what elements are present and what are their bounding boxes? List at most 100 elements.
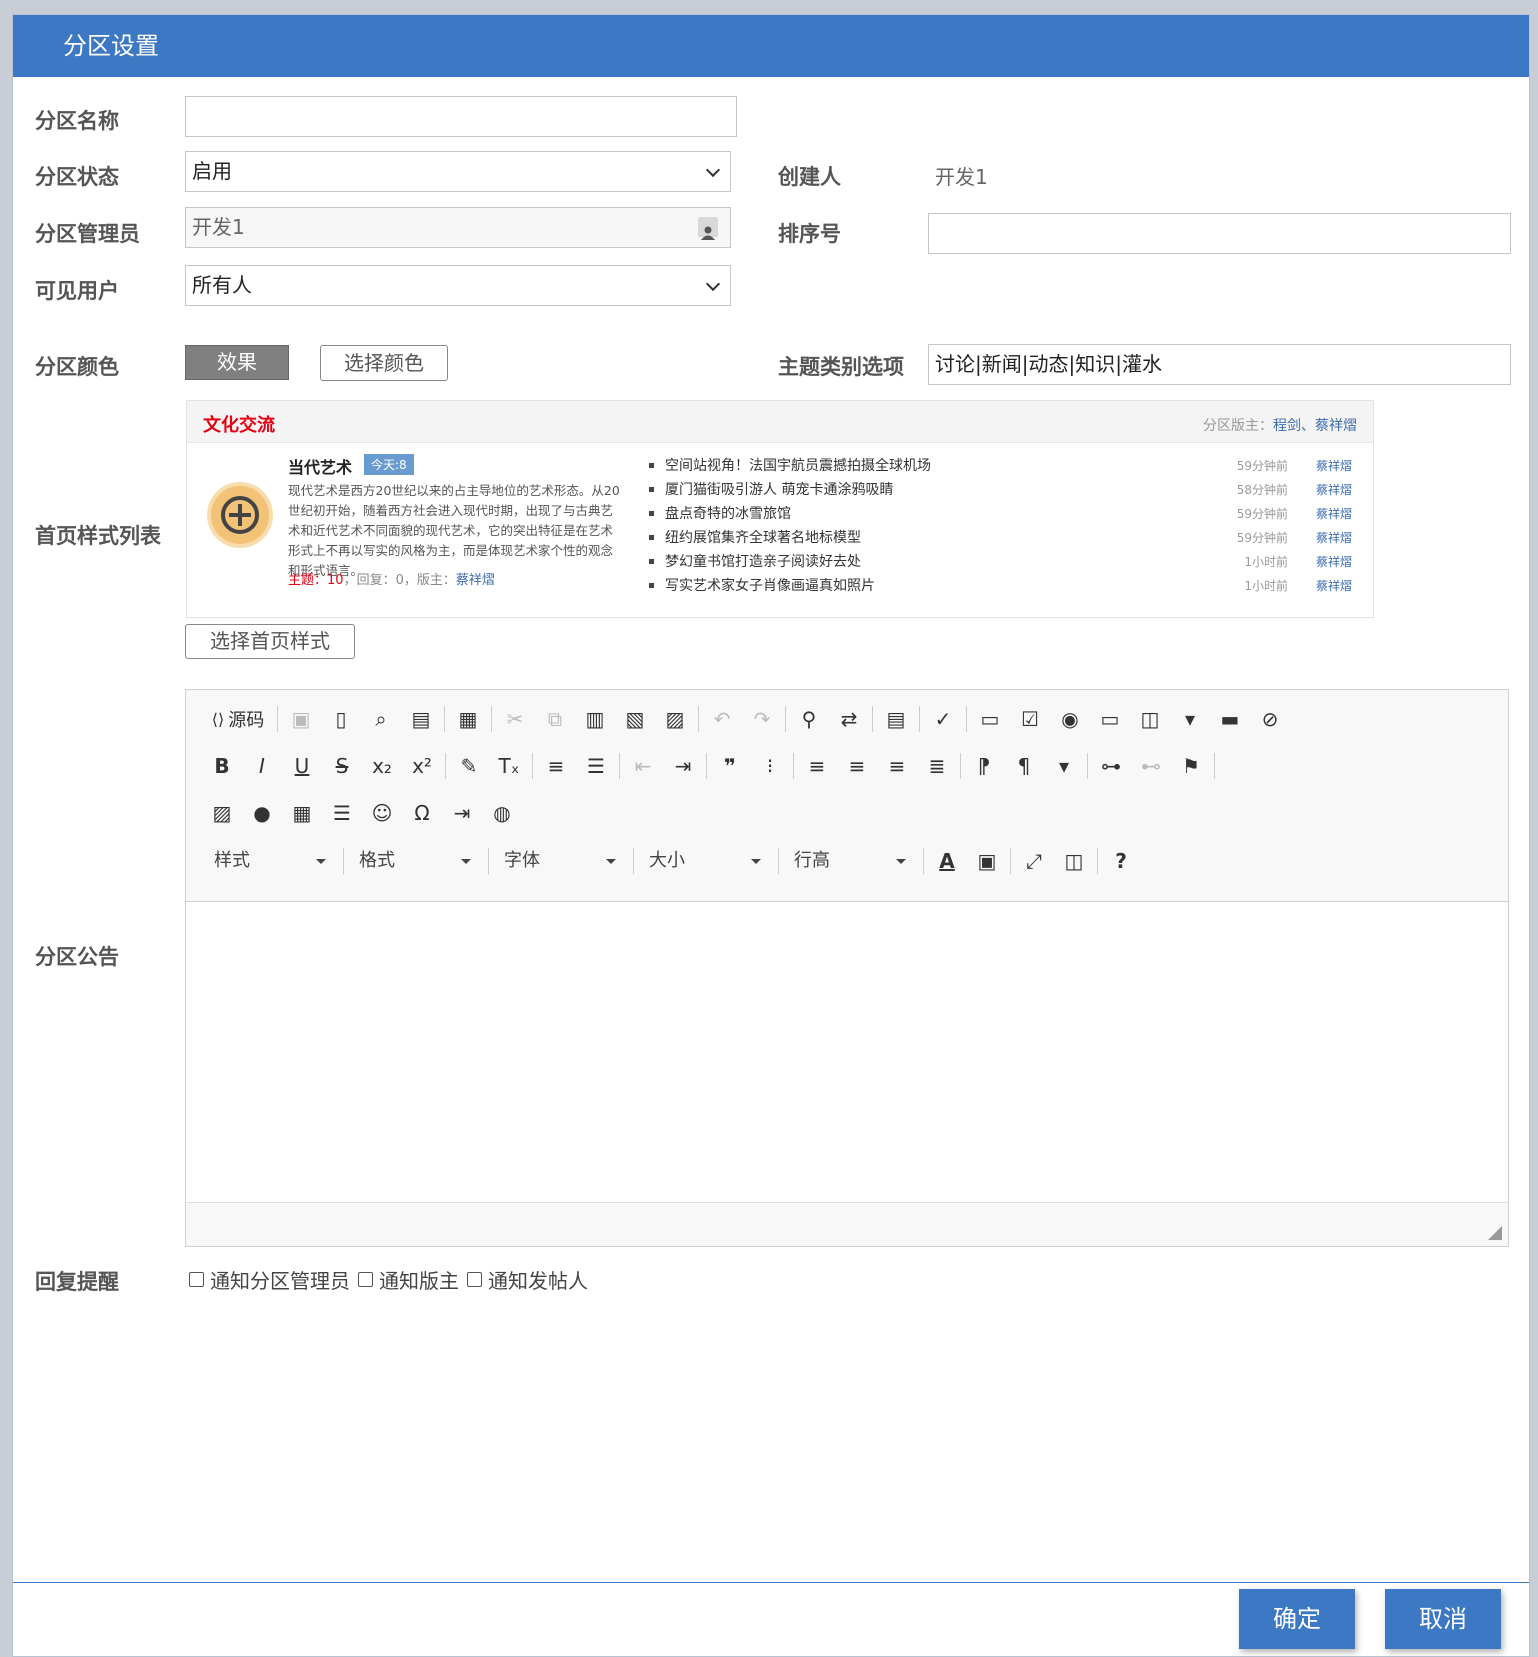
checkbox-icon[interactable]: ☑ [1010, 703, 1050, 735]
status-label: 分区状态 [35, 165, 119, 189]
text-color-icon[interactable]: A [927, 845, 967, 877]
footer-divider [13, 1582, 1529, 1583]
justify-icon[interactable]: ≣ [917, 750, 957, 782]
strike-icon[interactable]: S [322, 750, 362, 782]
hidden-field-icon[interactable]: ⊘ [1250, 703, 1290, 735]
notice-label: 分区公告 [35, 945, 119, 969]
textarea-icon[interactable]: ◫ [1130, 703, 1170, 735]
smiley-icon[interactable]: ☺ [362, 797, 402, 829]
cut-icon[interactable]: ✂ [495, 703, 535, 735]
table-icon[interactable]: ▦ [282, 797, 322, 829]
print-icon[interactable]: ▤ [401, 703, 441, 735]
select-field-icon[interactable]: ▾ [1170, 703, 1210, 735]
effect-button[interactable]: 效果 [185, 345, 289, 380]
radio-icon[interactable]: ◉ [1050, 703, 1090, 735]
checkbox-box[interactable] [467, 1272, 482, 1287]
visible-select[interactable]: 所有人 [185, 265, 731, 306]
anchor-flag-icon[interactable]: ⚑ [1171, 750, 1211, 782]
color-label: 分区颜色 [35, 355, 119, 379]
paste-text-icon[interactable]: ▧ [615, 703, 655, 735]
format-combo[interactable]: 格式 [347, 845, 485, 877]
checkbox-box[interactable] [358, 1272, 373, 1287]
preview-post-list: 空间站视角！法国宇航员震撼拍摄全球机场 59分钟前 蔡祥熠 厦门猫街吸引游人 萌宠卡… [647, 455, 1352, 599]
div-container-icon[interactable]: ⁝ [750, 750, 790, 782]
admin-input[interactable]: 开发1 [185, 207, 731, 248]
paste-icon[interactable]: ▥ [575, 703, 615, 735]
notify-moderator-checkbox[interactable]: 通知版主 [358, 1265, 459, 1294]
remove-format-icon[interactable]: Tₓ [489, 750, 529, 782]
align-right-icon[interactable]: ≡ [877, 750, 917, 782]
spellcheck-icon[interactable]: ✓ [923, 703, 963, 735]
editor-content-area[interactable] [186, 902, 1508, 1202]
show-blocks-icon[interactable]: ◫ [1054, 845, 1094, 877]
resize-handle-icon[interactable] [1488, 1226, 1502, 1240]
user-picker-icon[interactable] [698, 217, 718, 240]
notify-admin-checkbox[interactable]: 通知分区管理员 [189, 1265, 350, 1294]
source-button[interactable]: ⟨⟩ 源码 [202, 703, 274, 735]
underline-icon[interactable]: U [282, 750, 322, 782]
bold-icon[interactable]: B [202, 750, 242, 782]
admin-value: 开发1 [192, 215, 245, 239]
bg-color-icon[interactable]: ▣ [967, 845, 1007, 877]
rich-text-editor[interactable]: ⟨⟩ 源码 ▣ ▯ ⌕ ▤ ▦ ✂ ⧉ ▥ ▧ ▨ ↶ ↷ ⚲ ⇄ ▤ ✓ ▭ … [185, 689, 1509, 1247]
cancel-button[interactable]: 取消 [1385, 1589, 1501, 1649]
indent-icon[interactable]: ⇥ [663, 750, 703, 782]
button-field-icon[interactable]: ▬ [1210, 703, 1250, 735]
ok-button[interactable]: 确定 [1239, 1589, 1355, 1649]
textfield-icon[interactable]: ▭ [1090, 703, 1130, 735]
rtl-icon[interactable]: ¶ [1004, 750, 1044, 782]
italic-icon[interactable]: I [242, 750, 282, 782]
superscript-icon[interactable]: x² [402, 750, 442, 782]
blockquote-icon[interactable]: ❞ [710, 750, 750, 782]
language-icon[interactable]: ▾ [1044, 750, 1084, 782]
choose-homepage-style-button[interactable]: 选择首页样式 [185, 624, 355, 659]
ltr-icon[interactable]: ⁋ [964, 750, 1004, 782]
numbered-list-icon[interactable]: ≡ [536, 750, 576, 782]
toolbar-row-4: 样式 格式 字体 大小 行高 A ▣ ⤢ ◫ ? [202, 842, 1141, 880]
align-center-icon[interactable]: ≡ [837, 750, 877, 782]
select-all-icon[interactable]: ▤ [876, 703, 916, 735]
outdent-icon[interactable]: ⇤ [623, 750, 663, 782]
choose-color-button[interactable]: 选择颜色 [320, 345, 448, 381]
replace-icon[interactable]: ⇄ [829, 703, 869, 735]
notify-poster-checkbox[interactable]: 通知发帖人 [467, 1265, 588, 1294]
horizontal-rule-icon[interactable]: ☰ [322, 797, 362, 829]
topic-input[interactable]: 讨论|新闻|动态|知识|灌水 [928, 344, 1511, 385]
source-icon: ⟨⟩ [211, 709, 225, 729]
copy-format-icon[interactable]: ✎ [449, 750, 489, 782]
paste-word-icon[interactable]: ▨ [655, 703, 695, 735]
creator-label: 创建人 [778, 165, 841, 189]
font-combo[interactable]: 字体 [492, 845, 630, 877]
creator-value: 开发1 [935, 165, 988, 189]
preview-moderators: 分区版主：程剑、蔡祥熠 [1203, 418, 1357, 434]
page-break-icon[interactable]: ⇥ [442, 797, 482, 829]
sort-input[interactable] [928, 213, 1511, 254]
new-page-icon[interactable]: ▯ [321, 703, 361, 735]
preview-icon[interactable]: ⌕ [361, 703, 401, 735]
find-icon[interactable]: ⚲ [789, 703, 829, 735]
style-combo[interactable]: 样式 [202, 845, 340, 877]
image-icon[interactable]: ▨ [202, 797, 242, 829]
help-icon[interactable]: ? [1101, 845, 1141, 877]
redo-icon[interactable]: ↷ [742, 703, 782, 735]
link-icon[interactable]: ⊶ [1091, 750, 1131, 782]
maximize-icon[interactable]: ⤢ [1014, 845, 1054, 877]
iframe-globe-icon[interactable]: ◍ [482, 797, 522, 829]
form-icon[interactable]: ▭ [970, 703, 1010, 735]
special-char-icon[interactable]: Ω [402, 797, 442, 829]
size-combo[interactable]: 大小 [637, 845, 775, 877]
lineheight-combo[interactable]: 行高 [782, 845, 920, 877]
checkbox-box[interactable] [189, 1272, 204, 1287]
bulleted-list-icon[interactable]: ☰ [576, 750, 616, 782]
copy-icon[interactable]: ⧉ [535, 703, 575, 735]
unlink-icon[interactable]: ⊷ [1131, 750, 1171, 782]
subscript-icon[interactable]: x₂ [362, 750, 402, 782]
save-icon[interactable]: ▣ [281, 703, 321, 735]
name-input[interactable] [185, 96, 737, 137]
notify-moderator-label: 通知版主 [379, 1269, 459, 1293]
undo-icon[interactable]: ↶ [702, 703, 742, 735]
status-select[interactable]: 启用 [185, 151, 731, 192]
flash-icon[interactable]: ● [242, 797, 282, 829]
align-left-icon[interactable]: ≡ [797, 750, 837, 782]
templates-icon[interactable]: ▦ [448, 703, 488, 735]
